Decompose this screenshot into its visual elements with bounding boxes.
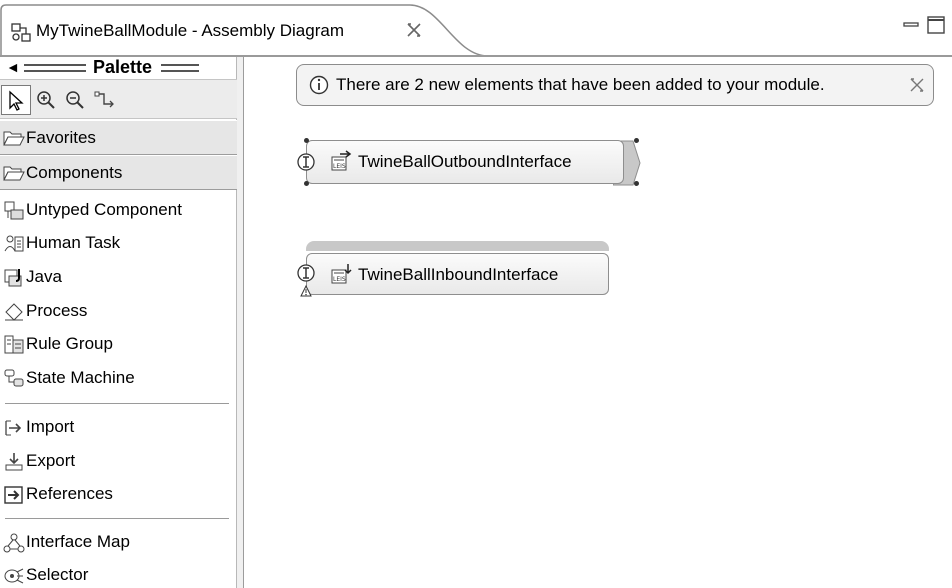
- palette-item-human-task[interactable]: Human Task: [0, 229, 237, 259]
- palette: ◄ Palette Favorites Components Untyped C…: [0, 57, 237, 588]
- maximize-icon[interactable]: [925, 14, 947, 36]
- palette-drawer-favorites[interactable]: Favorites: [0, 120, 237, 155]
- inbound-interface-node[interactable]: LEIS TwineBallInboundInterface: [296, 241, 616, 297]
- palette-item-java[interactable]: Java: [0, 263, 237, 293]
- untyped-component-icon: [4, 201, 24, 220]
- close-icon[interactable]: [909, 77, 925, 93]
- selection-handle[interactable]: [634, 138, 639, 143]
- zoom-out-icon: [66, 91, 84, 109]
- palette-toolbar: [0, 79, 237, 119]
- palette-item-rule-group[interactable]: Rule Group: [0, 330, 237, 360]
- palette-title: Palette: [93, 57, 153, 77]
- palette-item-label: Interface Map: [26, 532, 130, 551]
- wire-icon: [94, 91, 114, 108]
- java-icon: [4, 269, 22, 287]
- warning-icon: [300, 285, 312, 297]
- zoom-in-tool[interactable]: [31, 85, 61, 115]
- notification-banner: There are 2 new elements that have been …: [296, 64, 934, 106]
- palette-item-label: Rule Group: [26, 334, 113, 353]
- palette-item-label: Selector: [26, 565, 89, 584]
- palette-item-label: Java: [26, 267, 62, 286]
- selection-handle[interactable]: [304, 181, 309, 186]
- assembly-diagram-canvas[interactable]: There are 2 new elements that have been …: [244, 57, 952, 588]
- folder-open-icon: [3, 166, 25, 181]
- palette-separator: [5, 403, 229, 404]
- palette-item-label: Export: [26, 451, 76, 470]
- drawer-label: Components: [26, 163, 123, 182]
- folder-open-icon: [3, 131, 25, 146]
- palette-resize-handle[interactable]: [237, 57, 244, 588]
- import-icon: [5, 420, 22, 436]
- minimize-icon[interactable]: [902, 18, 922, 34]
- palette-item-label: State Machine: [26, 368, 135, 387]
- palette-item-state-machine[interactable]: State Machine: [0, 364, 237, 394]
- close-icon[interactable]: [405, 21, 423, 39]
- selector-icon: [4, 568, 24, 584]
- interface-map-icon: [3, 533, 25, 553]
- interface-label: TwineBallOutboundInterface: [358, 152, 572, 171]
- assembly-diagram-icon: [11, 23, 31, 42]
- export-icon: [5, 453, 23, 471]
- svg-text:LEIS: LEIS: [333, 163, 346, 170]
- palette-header: ◄ Palette: [0, 57, 237, 79]
- info-icon: [309, 75, 329, 95]
- outbound-interface-node[interactable]: LEIS TwineBallOutboundInterface: [296, 138, 641, 186]
- selection-handle[interactable]: [634, 181, 639, 186]
- palette-item-label: Human Task: [26, 233, 121, 252]
- process-icon: [5, 303, 23, 321]
- palette-item-label: Import: [26, 417, 75, 436]
- selection-handle[interactable]: [304, 138, 309, 143]
- tab-title: MyTwineBallModule - Assembly Diagram: [36, 21, 344, 40]
- leis-inbound-icon: LEIS: [331, 264, 352, 284]
- palette-item-export[interactable]: Export: [0, 447, 237, 477]
- palette-item-untyped-component[interactable]: Untyped Component: [0, 196, 237, 226]
- palette-item-import[interactable]: Import: [0, 413, 237, 443]
- references-icon: [4, 486, 23, 504]
- palette-item-interface-map[interactable]: Interface Map: [0, 528, 237, 558]
- svg-text:LEIS: LEIS: [333, 276, 346, 283]
- human-task-icon: [4, 235, 24, 252]
- palette-item-label: Process: [26, 301, 88, 320]
- drawer-label: Favorites: [26, 128, 96, 147]
- pointer-arrow-icon: [9, 90, 24, 111]
- palette-item-label: Untyped Component: [26, 200, 182, 219]
- collapse-palette-arrow-icon[interactable]: ◄: [6, 59, 20, 75]
- notification-message: There are 2 new elements that have been …: [336, 75, 825, 94]
- node-top-band: [306, 241, 609, 251]
- zoom-out-tool[interactable]: [60, 85, 90, 115]
- palette-separator: [5, 518, 229, 519]
- rule-group-icon: [4, 335, 24, 354]
- interface-i-icon[interactable]: [296, 263, 316, 283]
- editor-tab-bar: MyTwineBallModule - Assembly Diagram: [0, 0, 952, 57]
- zoom-in-icon: [37, 91, 55, 109]
- interface-i-icon[interactable]: [296, 152, 316, 172]
- state-machine-icon: [4, 369, 24, 387]
- palette-drawer-components[interactable]: Components: [0, 155, 237, 190]
- wire-tool[interactable]: [90, 85, 120, 115]
- interface-label: TwineBallInboundInterface: [358, 265, 559, 284]
- select-tool[interactable]: [1, 85, 31, 115]
- palette-grip[interactable]: [161, 64, 199, 72]
- palette-item-references[interactable]: References: [0, 480, 237, 510]
- palette-grip[interactable]: [24, 64, 86, 72]
- palette-item-selector[interactable]: Selector: [0, 561, 237, 588]
- palette-item-process[interactable]: Process: [0, 297, 237, 327]
- palette-item-label: References: [26, 484, 113, 503]
- leis-outbound-icon: LEIS: [331, 150, 352, 171]
